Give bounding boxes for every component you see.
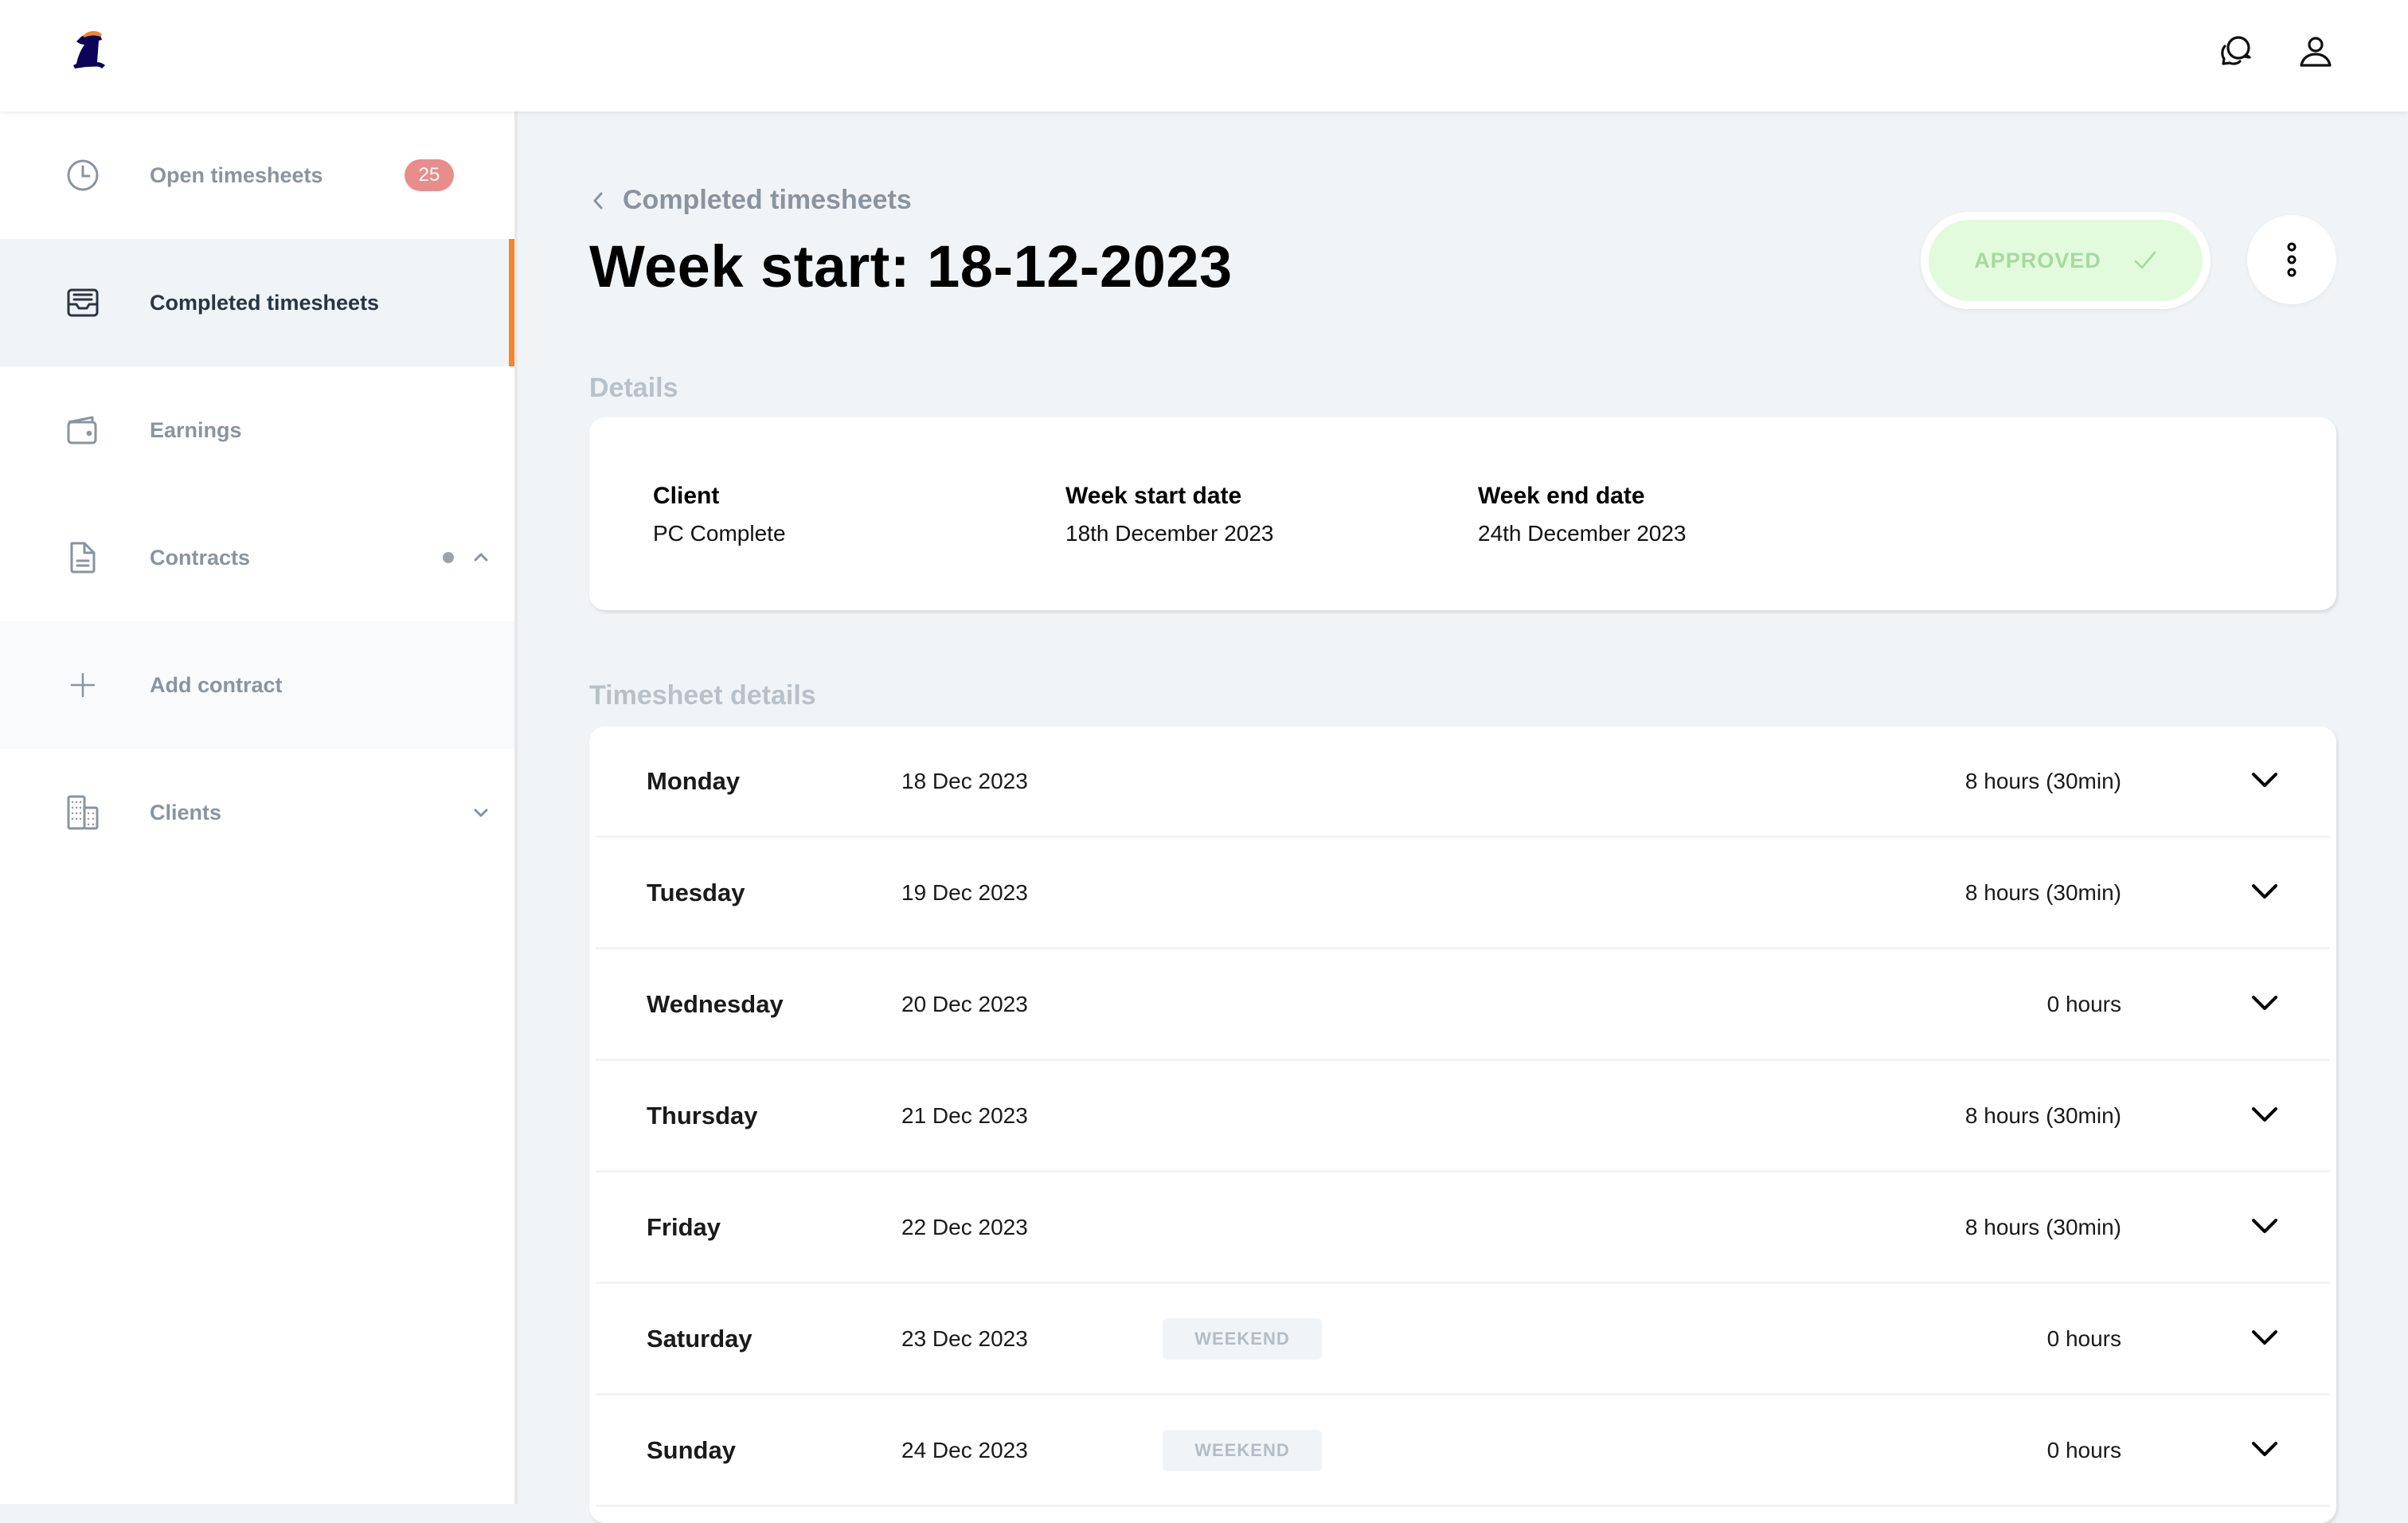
detail-value: 24th December 2023: [1478, 521, 1687, 546]
row-date: 24 Dec 2023: [901, 1437, 1028, 1462]
row-date: 19 Dec 2023: [901, 879, 1028, 905]
sidebar: Open timesheets 25 Completed timesheets …: [0, 112, 518, 1504]
wallet-icon: [67, 416, 97, 444]
row-hours: 0 hours: [2046, 991, 2121, 1016]
breadcrumb-label: Completed timesheets: [623, 185, 912, 215]
detail-label: Week end date: [1478, 483, 1645, 509]
chevron-left-icon: [593, 192, 603, 209]
chevron-down-icon[interactable]: [471, 803, 491, 822]
timesheet-row-wednesday[interactable]: Wednesday 20 Dec 2023 0 hours: [596, 949, 2330, 1061]
status-badge: APPROVED: [1921, 212, 2211, 309]
sidebar-item-clients[interactable]: Clients: [0, 749, 517, 876]
inbox-tray-icon: [67, 288, 99, 317]
row-date: 21 Dec 2023: [901, 1102, 1028, 1128]
row-day: Friday: [647, 1212, 721, 1241]
main-content: Completed timesheets Week start: 18-12-2…: [518, 112, 2408, 1523]
timesheet-card: Monday 18 Dec 2023 8 hours (30min) Tuesd…: [589, 726, 2336, 1523]
sidebar-item-add-contract[interactable]: Add contract: [0, 621, 517, 749]
row-date: 22 Dec 2023: [901, 1214, 1028, 1239]
row-day: Thursday: [647, 1101, 758, 1130]
sidebar-item-earnings[interactable]: Earnings: [0, 366, 517, 494]
details-section-title: Details: [589, 373, 678, 403]
sidebar-item-label: Completed timesheets: [150, 290, 380, 315]
top-bar: [0, 0, 2408, 112]
row-day: Monday: [647, 766, 741, 795]
detail-label: Client: [653, 483, 720, 509]
chevron-down-icon[interactable]: [2250, 1216, 2279, 1235]
checkmark-icon: [2134, 251, 2156, 269]
breadcrumb-back-link[interactable]: Completed timesheets: [589, 185, 912, 216]
sidebar-item-label: Open timesheets: [150, 162, 323, 187]
open-timesheets-count-badge: 25: [405, 159, 454, 191]
plus-icon: [70, 672, 96, 698]
sidebar-item-open-timesheets[interactable]: Open timesheets 25: [0, 112, 517, 239]
buildings-icon: [67, 795, 99, 830]
timesheet-row-saturday[interactable]: Saturday 23 Dec 2023 WEEKEND 0 hours: [596, 1284, 2330, 1396]
row-date: 20 Dec 2023: [901, 991, 1028, 1016]
row-hours: 8 hours (30min): [1964, 879, 2121, 905]
weekend-badge: WEEKEND: [1163, 1317, 1322, 1360]
chevron-down-icon[interactable]: [2250, 1105, 2279, 1124]
timesheet-row-friday[interactable]: Friday 22 Dec 2023 8 hours (30min): [596, 1173, 2330, 1284]
contracts-indicator-dot: [443, 552, 454, 563]
row-date: 23 Dec 2023: [901, 1325, 1028, 1351]
row-day: Saturday: [647, 1324, 752, 1353]
more-options-button[interactable]: [2247, 215, 2336, 304]
row-date: 18 Dec 2023: [901, 768, 1028, 793]
clock-icon: [67, 159, 99, 191]
chevron-down-icon[interactable]: [2250, 1439, 2279, 1458]
document-icon: [70, 542, 96, 574]
user-profile-icon[interactable]: [2293, 30, 2338, 75]
sidebar-item-contracts[interactable]: Contracts: [0, 494, 517, 621]
chevron-down-icon[interactable]: [2250, 993, 2279, 1012]
row-day: Wednesday: [647, 989, 784, 1018]
page-title: Week start: 18-12-2023: [589, 233, 1233, 300]
detail-week-end-date: Week end date 24th December 2023: [1478, 483, 1687, 546]
detail-value: PC Complete: [653, 521, 786, 546]
row-hours: 8 hours (30min): [1964, 1102, 2121, 1128]
sidebar-item-completed-timesheets[interactable]: Completed timesheets: [0, 239, 517, 366]
row-day: Tuesday: [647, 878, 745, 906]
timesheet-row-monday[interactable]: Monday 18 Dec 2023 8 hours (30min): [596, 726, 2330, 838]
timesheet-row-thursday[interactable]: Thursday 21 Dec 2023 8 hours (30min): [596, 1061, 2330, 1173]
timesheet-section-title: Timesheet details: [589, 680, 816, 711]
detail-value: 18th December 2023: [1065, 521, 1274, 546]
sidebar-item-label: Clients: [150, 800, 222, 824]
timesheet-row-tuesday[interactable]: Tuesday 19 Dec 2023 8 hours (30min): [596, 838, 2330, 949]
row-hours: 0 hours: [2046, 1325, 2121, 1351]
details-card: Client PC Complete Week start date 18th …: [589, 417, 2336, 610]
row-hours: 8 hours (30min): [1964, 1214, 2121, 1239]
row-day: Sunday: [647, 1435, 736, 1464]
timesheet-row-sunday[interactable]: Sunday 24 Dec 2023 WEEKEND 0 hours: [596, 1396, 2330, 1507]
vertical-dots-icon: [2287, 242, 2297, 277]
detail-client: Client PC Complete: [653, 483, 786, 546]
weekend-badge: WEEKEND: [1163, 1429, 1322, 1471]
row-hours: 0 hours: [2046, 1437, 2121, 1462]
row-hours: 8 hours (30min): [1964, 768, 2121, 793]
runner-mascot-logo[interactable]: [62, 27, 113, 78]
detail-label: Week start date: [1065, 483, 1242, 509]
chat-bubbles-icon[interactable]: [2214, 30, 2258, 75]
sidebar-item-label: Add contract: [150, 672, 283, 697]
chevron-down-icon[interactable]: [2250, 770, 2279, 789]
status-label: APPROVED: [1974, 248, 2101, 272]
detail-week-start-date: Week start date 18th December 2023: [1065, 483, 1274, 546]
chevron-down-icon[interactable]: [2250, 882, 2279, 901]
sidebar-item-label: Contracts: [150, 545, 251, 570]
sidebar-item-label: Earnings: [150, 417, 242, 442]
chevron-down-icon[interactable]: [2250, 1328, 2279, 1347]
chevron-up-icon[interactable]: [471, 548, 491, 567]
